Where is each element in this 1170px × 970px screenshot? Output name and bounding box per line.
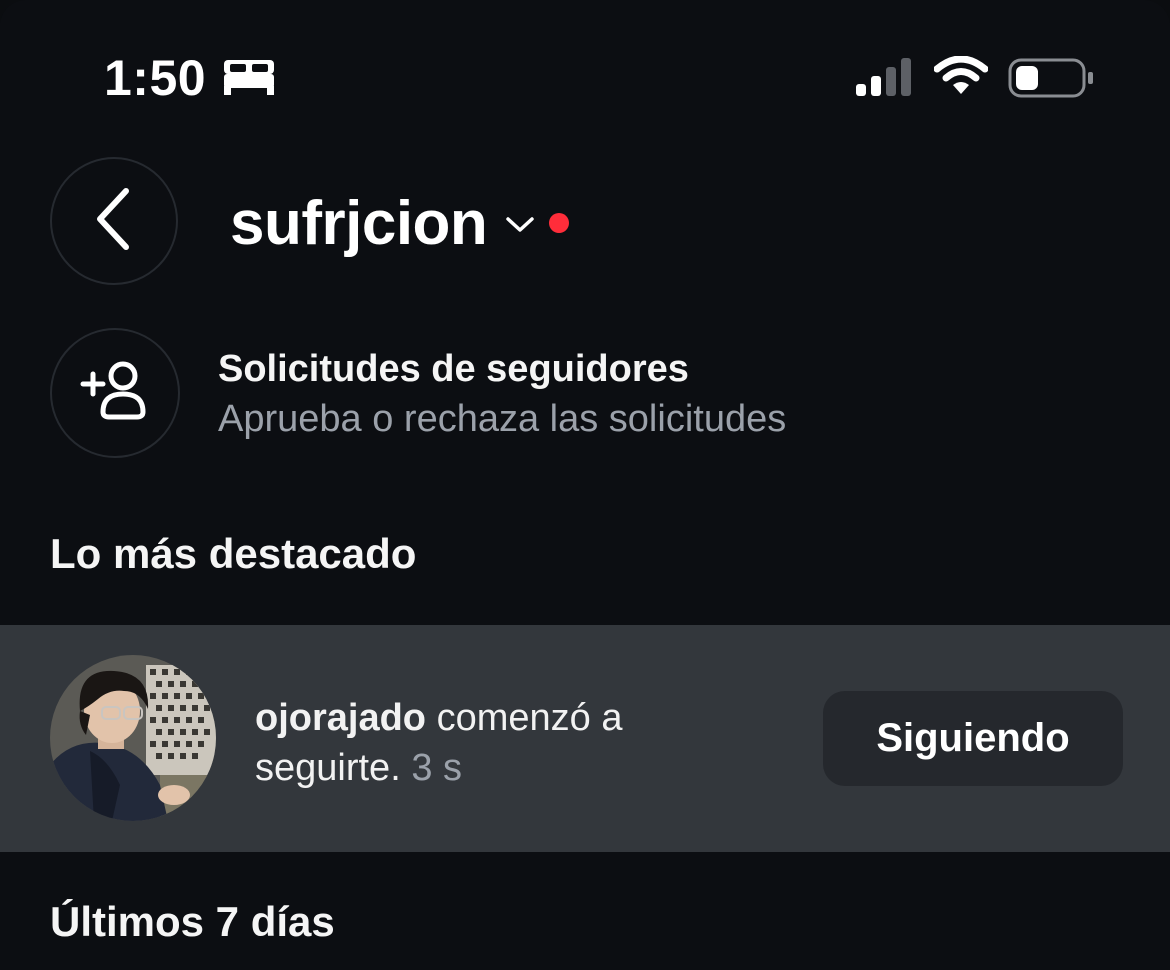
follow-requests-title: Solicitudes de seguidores (218, 348, 689, 390)
chevron-down-icon (505, 215, 535, 240)
bed-icon (222, 58, 276, 101)
notification-message-part2: seguirte. (255, 747, 401, 789)
notification-message-part1: comenzó a (426, 697, 623, 739)
notification-time: 3 s (411, 747, 463, 789)
unread-indicator-dot (549, 213, 570, 233)
avatar[interactable] (50, 655, 216, 821)
notifications-screen: 1:50 sufrjcion Solicitudes de seguidores… (0, 0, 1170, 970)
back-button[interactable] (50, 157, 178, 285)
status-time: 1:50 (104, 50, 207, 106)
notification-row[interactable]: ojorajado comenzó a seguirte. 3 s Siguie… (0, 625, 1170, 852)
notification-username[interactable]: ojorajado (255, 697, 426, 739)
battery-icon (1008, 58, 1094, 103)
notification-text: ojorajado comenzó a seguirte. 3 s (255, 693, 795, 793)
account-name: sufrjcion (230, 189, 488, 258)
following-button[interactable]: Siguiendo (823, 691, 1123, 786)
account-switcher[interactable]: sufrjcion (230, 188, 570, 260)
follow-requests-icon-container (50, 328, 180, 458)
add-person-icon (79, 360, 151, 427)
wifi-icon (933, 55, 989, 101)
follow-requests-row[interactable]: Solicitudes de seguidores Aprueba o rech… (50, 328, 1130, 458)
section-title-highlights: Lo más destacado (50, 530, 417, 577)
follow-requests-subtitle: Aprueba o rechaza las solicitudes (218, 398, 787, 440)
chevron-left-icon (94, 187, 134, 256)
cellular-signal-icon (856, 58, 914, 101)
section-title-last-7-days: Últimos 7 días (50, 898, 335, 945)
